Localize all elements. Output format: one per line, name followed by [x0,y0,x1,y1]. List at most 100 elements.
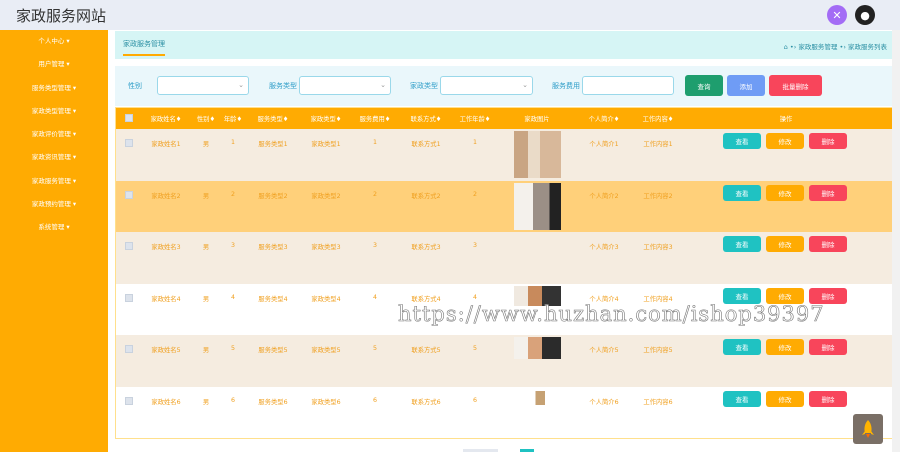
table-cell: 服务类型1 [258,141,288,148]
edit-button[interactable]: 修改 [766,236,804,252]
table-cell: 6 [230,396,236,404]
col-actions: 操作 [779,116,793,123]
table-cell: 6 [472,396,478,404]
theme-toggle-icon[interactable]: ✕ [827,5,847,25]
edit-button[interactable]: 修改 [766,133,804,149]
row-checkbox[interactable] [125,190,133,199]
table-cell: 3 [472,242,478,249]
table-cell: 家政类型3 [311,244,341,251]
housekeeping-type-select[interactable]: ⌄ [440,76,533,95]
row-checkbox[interactable] [125,242,133,250]
watermark: https://www.huzhan.com/ishop39397 [398,302,825,327]
housekeeping-type-label: 家政类型 [410,82,438,90]
col-work-content[interactable]: 工作内容♦ [643,114,674,123]
table-cell: 服务类型2 [258,192,288,200]
row-checkbox[interactable] [125,345,133,353]
edit-button[interactable]: 修改 [766,184,804,201]
edit-button[interactable]: 修改 [766,339,804,355]
view-button[interactable]: 查看 [723,184,761,201]
table-row: 家政姓名3 男 3 服务类型3 家政类型3 3 联系方式3 3 个人简介3 工作内容3 查看 修改 删除 [116,232,894,284]
col-contact[interactable]: 联系方式♦ [411,114,442,123]
delete-button[interactable]: 删除 [809,339,847,355]
table-cell: 个人简介2 [589,192,619,200]
row-checkbox[interactable] [125,293,133,302]
delete-button[interactable]: 删除 [809,184,847,201]
table-cell: 个人简介3 [589,244,619,251]
housekeeper-photo [514,182,561,230]
sidebar-item-users[interactable]: 用户管理 ▾ [0,53,108,76]
tab-housekeeping-service[interactable]: 家政服务管理 [123,39,165,56]
col-gender[interactable]: 性别♦ [197,114,215,123]
search-bar: 性别 ⌄ 服务类型 ⌄ 家政类型 ⌄ 服务费用 查询 添加 批量删除 [115,66,895,106]
table-cell: 个人简介6 [589,398,619,406]
table-cell: 家政姓名3 [151,244,181,251]
table-cell: 家政姓名4 [151,295,181,303]
delete-button[interactable]: 删除 [809,236,847,252]
breadcrumb: ⌂ •› 家政服务管理 •› 家政服务列表 [783,43,887,51]
view-button[interactable]: 查看 [723,339,761,355]
housekeeper-photo [514,131,561,178]
fee-label: 服务费用 [552,82,580,90]
table-cell: 4 [372,293,378,301]
table-cell: 家政类型5 [311,347,341,354]
sidebar-item-news[interactable]: 家政资讯管理 ▾ [0,146,108,169]
sidebar-item-profile[interactable]: 个人中心 ▾ [0,30,108,53]
gender-select[interactable]: ⌄ [157,76,249,95]
col-fee[interactable]: 服务费用♦ [360,114,391,123]
service-type-select[interactable]: ⌄ [299,76,391,95]
col-name[interactable]: 家政姓名♦ [151,114,182,123]
housekeeper-photo [514,337,561,359]
col-photo: 家政图片 [524,116,550,123]
edit-button[interactable]: 修改 [766,390,804,407]
sidebar-item-system[interactable]: 系统管理 ▾ [0,216,108,239]
view-button[interactable]: 查看 [723,236,761,252]
col-age[interactable]: 年龄♦ [224,114,242,123]
user-avatar-icon[interactable]: ● [855,5,875,25]
sidebar-item-services[interactable]: 家政服务管理 ▾ [0,170,108,193]
query-button[interactable]: 查询 [685,75,723,96]
table-row: 家政姓名1 男 1 服务类型1 家政类型1 1 联系方式1 1 个人简介1 工作内容1 查看 修改 删除 [116,129,894,181]
rocket-icon [862,420,874,438]
fee-input[interactable] [582,76,674,95]
table-row: 家政姓名2 男 2 服务类型2 家政类型2 2 联系方式2 2 个人简介2 工作内容2 查看 修改 删除 [116,180,894,232]
table-cell: 服务类型3 [258,244,288,251]
view-button[interactable]: 查看 [723,133,761,149]
breadcrumb-bar: 家政服务管理 ⌂ •› 家政服务管理 •› 家政服务列表 [115,31,895,59]
table-cell: 3 [372,242,378,249]
table-cell: 联系方式1 [411,141,441,148]
table-cell: 男 [202,347,210,354]
view-button[interactable]: 查看 [723,390,761,407]
chevron-down-icon: ⌄ [522,81,528,89]
sidebar-item-reviews[interactable]: 家政评价管理 ▾ [0,123,108,146]
back-to-top-button[interactable] [853,414,883,444]
col-housekeeping-type[interactable]: 家政类型♦ [311,114,342,123]
table-cell: 个人简介1 [589,141,619,148]
delete-button[interactable]: 删除 [809,390,847,407]
service-type-label: 服务类型 [269,82,297,90]
table-cell: 男 [202,398,210,406]
row-checkbox[interactable] [125,396,133,405]
table-cell: 工作内容1 [643,141,673,148]
sidebar-item-housekeeping-types[interactable]: 家政类型管理 ▾ [0,100,108,123]
table-cell: 联系方式3 [411,244,441,251]
table-cell: 工作内容2 [643,192,673,200]
col-service-type[interactable]: 服务类型♦ [258,114,289,123]
table-cell: 5 [230,345,236,352]
table-cell: 家政姓名2 [151,192,181,200]
batch-delete-button[interactable]: 批量删除 [769,75,822,96]
chevron-down-icon: ⌄ [380,81,386,89]
row-checkbox[interactable] [125,139,133,147]
table-cell: 2 [230,190,236,198]
sidebar-item-appointments[interactable]: 家政预约管理 ▾ [0,193,108,216]
table-cell: 家政类型2 [311,192,341,200]
col-intro[interactable]: 个人简介♦ [589,114,620,123]
table-cell: 服务类型4 [258,295,288,303]
delete-button[interactable]: 删除 [809,133,847,149]
table-cell: 5 [372,345,378,352]
add-button[interactable]: 添加 [727,75,765,96]
select-all-checkbox[interactable] [125,114,133,122]
table-cell: 家政类型4 [311,295,341,303]
scrollbar[interactable] [892,30,900,452]
col-work-years[interactable]: 工作年龄♦ [460,114,491,123]
sidebar-item-service-types[interactable]: 服务类型管理 ▾ [0,77,108,100]
